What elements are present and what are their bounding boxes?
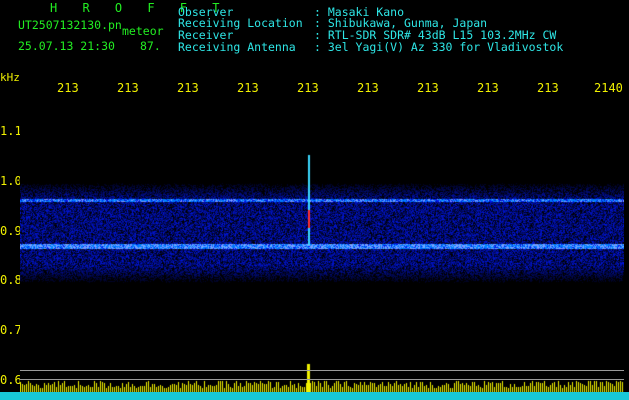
- y-tick: 1.1: [0, 124, 22, 138]
- y-tick: 0.7: [0, 323, 22, 337]
- y-tick: 0.6: [0, 373, 22, 387]
- observation-datetime: 25.07.13 21:30: [18, 39, 115, 53]
- signal-strength-strip: [0, 392, 629, 400]
- y-tick: 1.0: [0, 174, 22, 188]
- baseline-lower: [20, 379, 624, 380]
- x-tick: 213: [477, 81, 499, 95]
- x-tick: 213: [57, 81, 79, 95]
- meta-value-antenna: : 3el Yagi(V) Az 330 for Vladivostok: [314, 40, 564, 54]
- x-tick: 213: [117, 81, 139, 95]
- x-tick: 213: [177, 81, 199, 95]
- spectrogram-waterfall: [20, 100, 624, 392]
- x-tick: 213: [297, 81, 319, 95]
- y-tick: 0.8: [0, 273, 22, 287]
- y-tick: 0.9: [0, 224, 22, 238]
- baseline-upper: [20, 370, 624, 371]
- hrofft-viewer: { "title": "H R O F F T", "file_name": "…: [0, 0, 629, 400]
- x-tick: 213: [417, 81, 439, 95]
- meteor-label: meteor: [122, 24, 164, 38]
- x-tick: 2140: [594, 81, 623, 95]
- meta-key-antenna: Receiving Antenna: [178, 40, 296, 54]
- meteor-count: 87.: [140, 39, 161, 53]
- x-tick: 213: [537, 81, 559, 95]
- file-name: UT2507132130.pn: [18, 18, 122, 32]
- x-tick: 213: [357, 81, 379, 95]
- y-axis-unit: kHz: [0, 71, 20, 84]
- x-tick: 213: [237, 81, 259, 95]
